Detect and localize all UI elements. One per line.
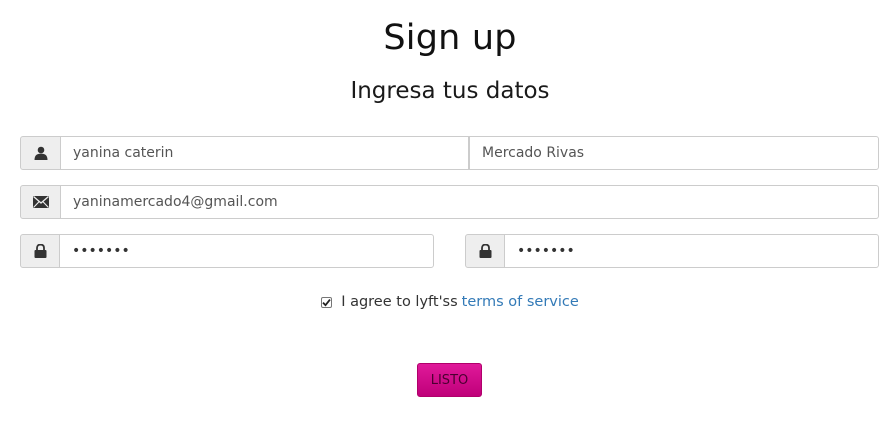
password-addon [20, 234, 60, 268]
lock-icon [34, 244, 47, 258]
envelope-icon [32, 196, 49, 208]
user-addon [20, 136, 61, 170]
first-name-input[interactable] [60, 136, 469, 170]
checkmark-icon [322, 298, 331, 307]
email-input[interactable] [60, 185, 879, 219]
page-subtitle: Ingresa tus datos [350, 78, 550, 104]
confirm-password-value: ••••••• [517, 243, 575, 259]
terms-of-service-link[interactable]: terms of service [462, 294, 579, 310]
terms-label: I agree to lyft'ss [341, 294, 458, 310]
submit-button[interactable]: LISTO [417, 363, 482, 397]
confirm-password-input[interactable]: ••••••• [504, 234, 879, 268]
terms-agreement: I agree to lyft'ss terms of service [0, 294, 892, 310]
signup-page: Sign up Ingresa tus datos yanina caterin… [0, 0, 892, 421]
confirm-password-addon [465, 234, 505, 268]
terms-checkbox[interactable] [321, 296, 333, 308]
email-addon [20, 185, 61, 219]
password-value: ••••••• [72, 243, 130, 259]
page-title: Sign up [383, 18, 517, 58]
password-input[interactable]: ••••••• [59, 234, 434, 268]
last-name-input[interactable] [469, 136, 879, 170]
user-icon [34, 146, 48, 160]
lock-icon [479, 244, 492, 258]
